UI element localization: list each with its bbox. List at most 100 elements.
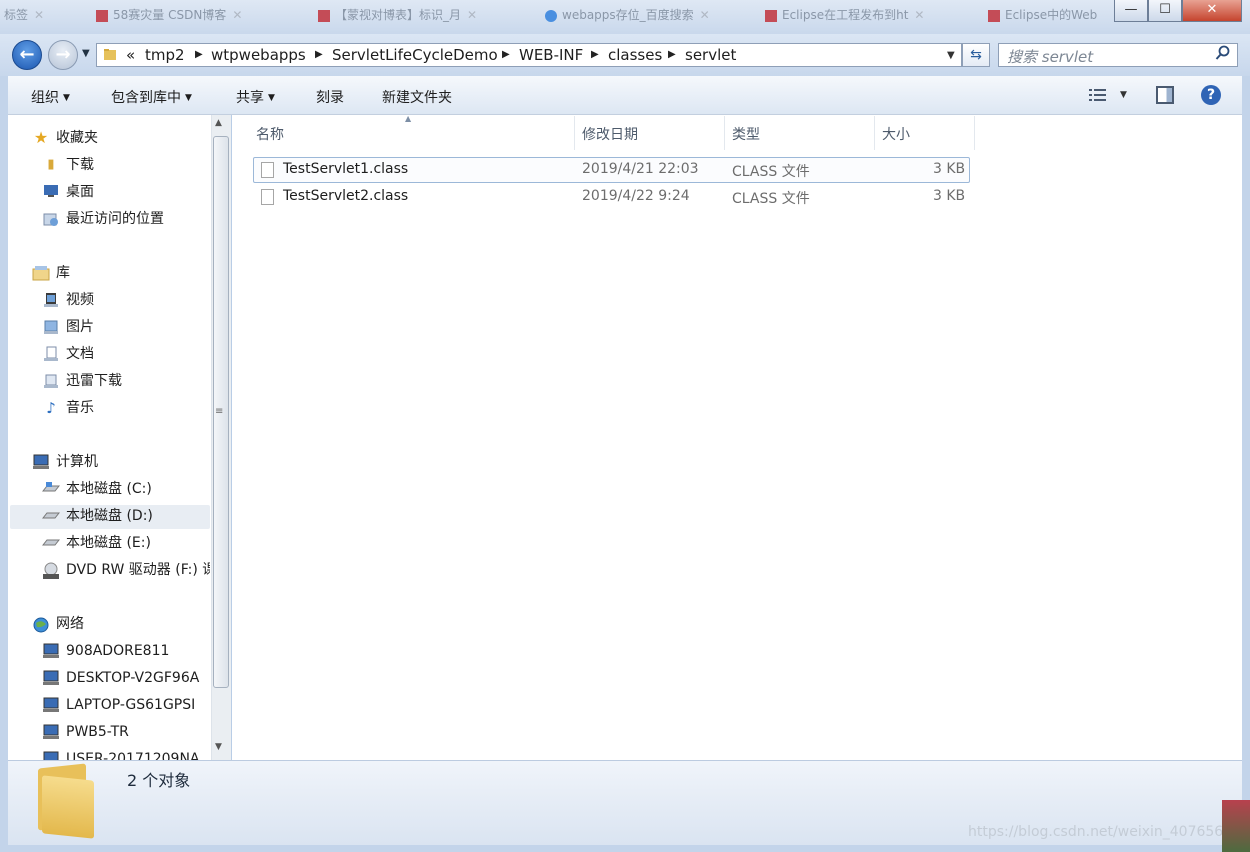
nav-item-network-pc[interactable]: USER-20171209NA <box>42 748 200 760</box>
window-frame-right <box>1242 34 1250 852</box>
nav-item-drive-e[interactable]: 本地磁盘 (E:) <box>41 532 151 554</box>
breadcrumb-chevron-icon[interactable]: ▶ <box>591 49 599 60</box>
breadcrumb-overflow[interactable]: « <box>126 46 135 64</box>
view-dropdown-icon[interactable]: ▼ <box>1120 90 1127 100</box>
nav-computer[interactable]: 计算机 <box>32 451 98 473</box>
background-tab[interactable]: webapps存位_百度搜索 ✕ <box>545 6 710 26</box>
refresh-button[interactable]: ⇆ <box>962 43 990 67</box>
nav-item-network-pc[interactable]: PWB5-TR <box>42 721 129 743</box>
nav-item-desktop[interactable]: 桌面 <box>42 181 94 203</box>
nav-item-music[interactable]: ♪ 音乐 <box>42 397 94 419</box>
desktop-icon <box>42 184 60 200</box>
file-type: CLASS 文件 <box>732 164 810 180</box>
column-header-modified[interactable]: 修改日期 <box>582 124 638 144</box>
item-count-text: 2 个对象 <box>127 771 191 790</box>
nav-item-downloads[interactable]: ▮ 下载 <box>42 154 94 176</box>
nav-item-network-pc[interactable]: 908ADORE811 <box>42 640 169 662</box>
breadcrumb-item-current[interactable]: servlet <box>685 46 736 64</box>
column-header-type[interactable]: 类型 <box>732 124 760 144</box>
file-list-pane <box>232 115 1242 760</box>
forward-button[interactable]: → <box>48 40 78 70</box>
nav-item-recent-places[interactable]: 最近访问的位置 <box>42 208 164 230</box>
file-modified: 2019/4/21 22:03 <box>582 161 699 177</box>
burn-button[interactable]: 刻录 <box>316 87 344 107</box>
breadcrumb-item[interactable]: tmp2 <box>145 46 185 64</box>
nav-item-network-pc[interactable]: LAPTOP-GS61GPSI <box>42 694 195 716</box>
hard-drive-icon <box>41 535 61 551</box>
include-in-library-button[interactable]: 包含到库中 ▼ <box>111 87 192 107</box>
video-library-icon <box>42 292 60 308</box>
downloads-library-icon <box>42 373 60 389</box>
nav-item-thunder-downloads[interactable]: 迅雷下载 <box>42 370 122 392</box>
breadcrumb-item[interactable]: WEB-INF <box>519 46 583 64</box>
search-icon[interactable] <box>1215 45 1231 65</box>
column-header-size[interactable]: 大小 <box>882 124 910 144</box>
background-tab-strip: 标签 ✕ 58赛灾量 CSDN博客 ✕ 【蒙视对博表】标识_月 ✕ webapps存位… <box>0 0 1250 34</box>
nav-libraries[interactable]: 库 <box>32 262 70 284</box>
address-dropdown-icon[interactable]: ▼ <box>947 50 955 61</box>
breadcrumb-item[interactable]: classes <box>608 46 662 64</box>
recent-places-icon <box>42 211 60 227</box>
column-header-name[interactable]: 名称 <box>256 124 284 144</box>
command-bar <box>8 76 1242 115</box>
preview-pane-icon[interactable] <box>1156 86 1174 104</box>
window-frame-bottom <box>0 844 1250 852</box>
minimize-button[interactable]: — <box>1114 0 1148 22</box>
breadcrumb-chevron-icon[interactable]: ▶ <box>315 49 323 60</box>
scroll-up-arrow-icon[interactable]: ▲ <box>215 118 222 128</box>
file-icon <box>261 189 274 205</box>
help-icon[interactable]: ? <box>1201 85 1221 105</box>
search-placeholder: 搜索 servlet <box>1007 48 1094 66</box>
column-divider[interactable] <box>724 116 725 150</box>
background-tab[interactable]: Eclipse在工程发布到ht ✕ <box>765 6 924 26</box>
hard-drive-icon <box>41 508 61 524</box>
maximize-button[interactable]: ☐ <box>1148 0 1182 22</box>
file-name[interactable]: TestServlet2.class <box>283 188 408 204</box>
close-button[interactable]: ✕ <box>1182 0 1242 22</box>
scroll-down-arrow-icon[interactable]: ▼ <box>215 742 222 752</box>
breadcrumb-chevron-icon[interactable]: ▶ <box>668 49 676 60</box>
nav-item-drive-c[interactable]: 本地磁盘 (C:) <box>41 478 152 500</box>
file-size: 3 KB <box>933 161 966 177</box>
background-tab[interactable]: 【蒙视对博表】标识_月 ✕ <box>318 6 477 26</box>
file-type: CLASS 文件 <box>732 191 810 207</box>
background-tab[interactable]: Eclipse中的Web <box>988 6 1108 26</box>
scroll-grip-icon: ≡ <box>215 406 224 417</box>
column-divider[interactable] <box>874 116 875 150</box>
nav-item-dvd-drive[interactable]: DVD RW 驱动器 (F:) 课 <box>42 559 210 581</box>
sort-ascending-icon: ▲ <box>405 114 412 123</box>
nav-item-documents[interactable]: 文档 <box>42 343 94 365</box>
view-options-icon[interactable] <box>1088 87 1108 107</box>
back-button[interactable]: ← <box>12 40 42 70</box>
file-name[interactable]: TestServlet1.class <box>283 161 408 177</box>
breadcrumb-chevron-icon[interactable]: ▶ <box>195 49 203 60</box>
nav-network[interactable]: 网络 <box>32 613 84 635</box>
folder-icon <box>103 47 117 61</box>
column-divider[interactable] <box>974 116 975 150</box>
nav-item-videos[interactable]: 视频 <box>42 289 94 311</box>
network-computer-icon <box>42 670 60 686</box>
breadcrumb-item[interactable]: wtpwebapps <box>211 46 306 64</box>
nav-item-drive-d[interactable]: 本地磁盘 (D:) <box>41 505 153 527</box>
file-icon <box>261 162 274 178</box>
nav-favorites[interactable]: ★ 收藏夹 <box>32 127 98 149</box>
nav-item-pictures[interactable]: 图片 <box>42 316 94 338</box>
dvd-drive-icon <box>42 562 60 579</box>
column-divider[interactable] <box>574 116 575 150</box>
organize-button[interactable]: 组织 ▼ <box>31 87 70 107</box>
watermark-text: https://blog.csdn.net/weixin_40765606 <box>968 824 1242 840</box>
downloads-folder-icon: ▮ <box>47 157 55 172</box>
nav-item-network-pc[interactable]: DESKTOP-V2GF96A <box>42 667 199 689</box>
background-tab[interactable]: 58赛灾量 CSDN博客 ✕ <box>96 6 242 26</box>
breadcrumb-item[interactable]: ServletLifeCycleDemo <box>332 46 498 64</box>
network-computer-icon <box>42 724 60 740</box>
system-drive-icon <box>41 481 61 497</box>
share-button[interactable]: 共享 ▼ <box>236 87 275 107</box>
file-modified: 2019/4/22 9:24 <box>582 188 690 204</box>
background-tab[interactable]: 标签 ✕ <box>4 6 44 26</box>
network-computer-icon <box>42 643 60 659</box>
recent-pages-dropdown-icon[interactable]: ▼ <box>82 48 90 59</box>
breadcrumb-chevron-icon[interactable]: ▶ <box>502 49 510 60</box>
new-folder-button[interactable]: 新建文件夹 <box>382 87 452 107</box>
network-computer-icon <box>42 751 60 760</box>
